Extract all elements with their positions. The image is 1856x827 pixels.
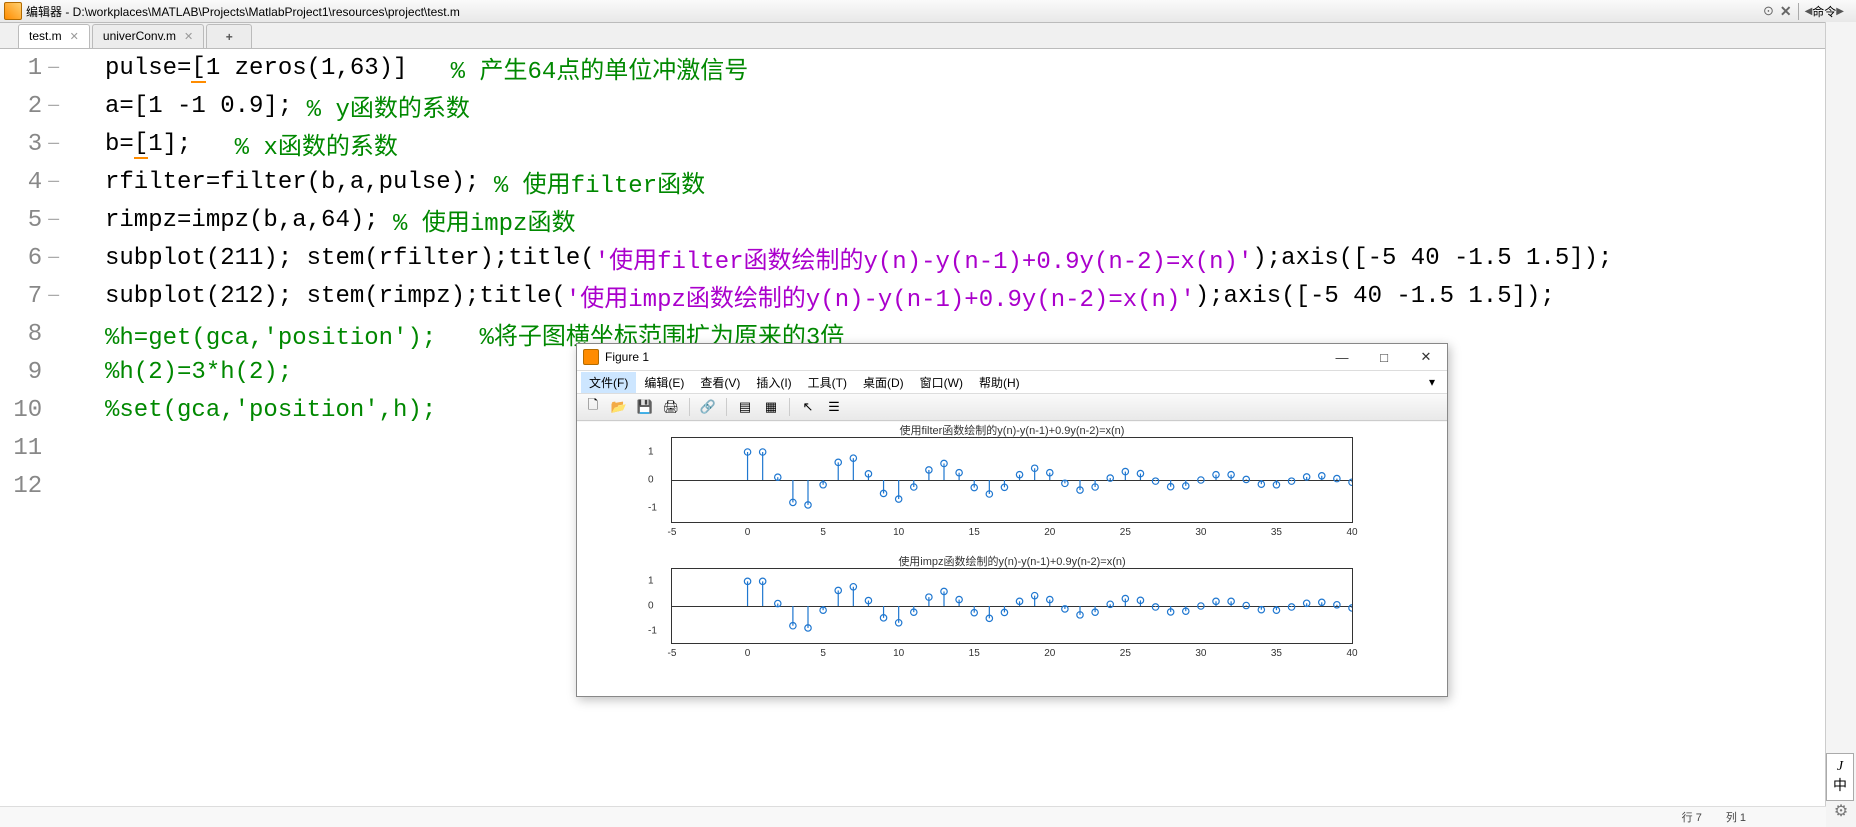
insert-colorbar-icon[interactable]: ▤ — [733, 396, 757, 418]
tab-univerconv-m[interactable]: univerConv.m ✕ — [92, 24, 204, 48]
menu-insert[interactable]: 插入(I) — [748, 372, 799, 393]
menu-window[interactable]: 窗口(W) — [912, 372, 971, 393]
plot1-title: 使用filter函数绘制的y(n)-y(n-1)+0.9y(n-2)=x(n) — [577, 422, 1447, 437]
y-tick: 1 — [648, 576, 654, 587]
x-tick: 25 — [1120, 527, 1131, 538]
right-dock: ⚙ — [1825, 22, 1856, 827]
x-tick: 25 — [1120, 648, 1131, 659]
y-tick: -1 — [648, 625, 657, 636]
figure-title-bar[interactable]: Figure 1 — □ ✕ — [577, 344, 1447, 371]
new-figure-icon[interactable]: 🗋 — [581, 396, 605, 418]
status-line: 7 — [1696, 812, 1702, 824]
plot2-title: 使用impz函数绘制的y(n)-y(n-1)+0.9y(n-2)=x(n) — [577, 553, 1447, 568]
tab-test-m[interactable]: test.m ✕ — [18, 24, 90, 48]
x-tick: -5 — [668, 527, 677, 538]
axes-2[interactable]: 10-1-50510152025303540 — [671, 568, 1353, 644]
y-tick: -1 — [648, 503, 657, 514]
line-number-gutter: 1—2—3—4—5—6—7—8 9 10 11 12 — [0, 49, 65, 827]
y-tick: 0 — [648, 601, 654, 612]
ime-indicator[interactable]: J 中 — [1826, 753, 1854, 801]
title-bar: 编辑器 - D:\workplaces\MATLAB\Projects\Matl… — [0, 0, 1856, 23]
menu-help[interactable]: 帮助(H) — [971, 372, 1028, 393]
x-tick: 15 — [969, 648, 980, 659]
code-line[interactable]: rfilter=filter(b,a,pulse); % 使用filter函数 — [105, 163, 1856, 201]
y-tick: 0 — [648, 475, 654, 486]
status-col: 1 — [1740, 812, 1746, 824]
status-bar: 行 7 列 1 — [0, 806, 1826, 827]
x-tick: 0 — [745, 648, 751, 659]
minimize-button[interactable]: — — [1321, 344, 1363, 370]
ime-j: J — [1837, 759, 1843, 775]
x-tick: 15 — [969, 527, 980, 538]
status-line-label: 行 — [1682, 812, 1693, 824]
print-icon[interactable]: 🖨 — [659, 396, 683, 418]
x-tick: 30 — [1195, 648, 1206, 659]
triangle-left-icon: ◀ — [1805, 6, 1813, 17]
menu-desktop[interactable]: 桌面(D) — [855, 372, 912, 393]
matlab-editor-icon — [4, 2, 22, 20]
menu-view[interactable]: 查看(V) — [692, 372, 748, 393]
y-tick: 1 — [648, 447, 654, 458]
open-icon[interactable]: 📂 — [607, 396, 631, 418]
property-icon[interactable]: ☰ — [822, 396, 846, 418]
x-tick: 20 — [1044, 527, 1055, 538]
insert-legend-icon[interactable]: ▦ — [759, 396, 783, 418]
maximize-button[interactable]: □ — [1363, 344, 1405, 370]
menu-edit[interactable]: 编辑(E) — [636, 372, 692, 393]
menu-more-icon[interactable]: ▾ — [1421, 373, 1443, 391]
matlab-figure-icon — [583, 349, 599, 365]
figure-menu-bar: 文件(F) 编辑(E) 查看(V) 插入(I) 工具(T) 桌面(D) 窗口(W… — [577, 371, 1447, 394]
code-line[interactable]: b=[1]; % x函数的系数 — [105, 125, 1856, 163]
command-panel-toggle[interactable]: ◀ 命令 ▶ — [1798, 3, 1850, 20]
command-panel-label: 命令 — [1812, 3, 1836, 20]
x-tick: 10 — [893, 648, 904, 659]
gear-icon[interactable]: ⚙ — [1834, 801, 1848, 821]
x-tick: 20 — [1044, 648, 1055, 659]
tab-label: univerConv.m — [103, 29, 176, 43]
x-tick: 40 — [1346, 527, 1357, 538]
x-tick: 10 — [893, 527, 904, 538]
dropdown-icon[interactable]: ⊙ — [1763, 3, 1774, 19]
code-line[interactable]: pulse=[1 zeros(1,63)] % 产生64点的单位冲激信号 — [105, 49, 1856, 87]
x-tick: 40 — [1346, 648, 1357, 659]
x-tick: -5 — [668, 648, 677, 659]
x-tick: 30 — [1195, 527, 1206, 538]
axes-1[interactable]: 10-1-50510152025303540 — [671, 437, 1353, 523]
link-icon[interactable]: 🔗 — [696, 396, 720, 418]
figure-plot-area: 使用filter函数绘制的y(n)-y(n-1)+0.9y(n-2)=x(n) … — [577, 422, 1447, 696]
tab-label: test.m — [29, 29, 62, 43]
x-tick: 0 — [745, 527, 751, 538]
status-col-label: 列 — [1726, 812, 1737, 824]
close-tab-icon[interactable]: ✕ — [184, 30, 193, 43]
x-tick: 35 — [1271, 527, 1282, 538]
x-tick: 35 — [1271, 648, 1282, 659]
code-line[interactable]: rimpz=impz(b,a,64); % 使用impz函数 — [105, 201, 1856, 239]
code-line[interactable]: subplot(212); stem(rimpz);title('使用impz函… — [105, 277, 1856, 315]
code-line[interactable]: a=[1 -1 0.9]; % y函数的系数 — [105, 87, 1856, 125]
figure-toolbar: 🗋 📂 💾 🖨 🔗 ▤ ▦ ↖ ☰ — [577, 394, 1447, 421]
window-title: 编辑器 - D:\workplaces\MATLAB\Projects\Matl… — [26, 3, 1763, 20]
figure-title: Figure 1 — [605, 350, 1321, 364]
close-panel-button[interactable]: ✕ — [1780, 3, 1792, 20]
edit-plot-icon[interactable]: ↖ — [796, 396, 820, 418]
figure-window[interactable]: Figure 1 — □ ✕ 文件(F) 编辑(E) 查看(V) 插入(I) 工… — [576, 343, 1448, 697]
x-tick: 5 — [820, 527, 826, 538]
menu-file[interactable]: 文件(F) — [581, 372, 636, 393]
add-tab-button[interactable]: + — [206, 24, 252, 48]
editor-tabs: test.m ✕ univerConv.m ✕ + — [0, 23, 1856, 49]
x-tick: 5 — [820, 648, 826, 659]
ime-zh: 中 — [1833, 775, 1847, 795]
code-line[interactable]: subplot(211); stem(rfilter);title('使用fil… — [105, 239, 1856, 277]
menu-tools[interactable]: 工具(T) — [800, 372, 855, 393]
close-tab-icon[interactable]: ✕ — [70, 30, 79, 43]
close-button[interactable]: ✕ — [1405, 344, 1447, 370]
save-icon[interactable]: 💾 — [633, 396, 657, 418]
triangle-right-icon: ▶ — [1836, 6, 1844, 17]
